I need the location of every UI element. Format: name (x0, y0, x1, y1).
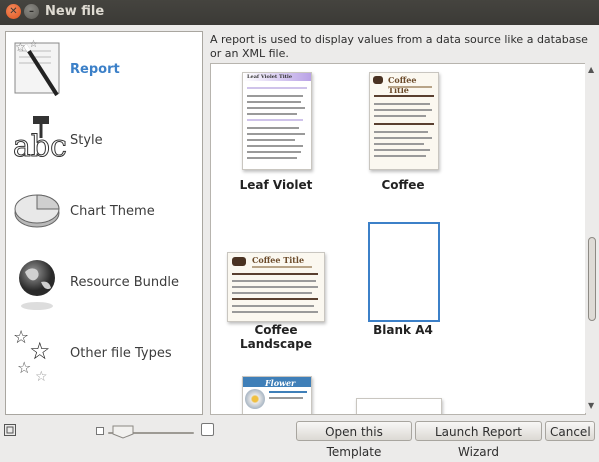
minimize-window-button[interactable]: – (24, 4, 39, 19)
template-preview: Coffee Title (369, 72, 439, 170)
scroll-down-icon[interactable]: ▼ (588, 401, 594, 410)
cancel-button[interactable]: Cancel (545, 421, 595, 441)
small-size-icon (96, 427, 104, 435)
gallery-scrollbar[interactable]: ▲ ▼ (585, 63, 597, 413)
report-wand-icon: ☆ ☆ (14, 39, 60, 97)
bottom-bar: Open this Template Launch Report Wizard … (0, 416, 599, 459)
category-label-report: Report (70, 62, 120, 77)
template-gallery: Leaf Violet Title Leaf Violet Coffee Tit… (210, 63, 586, 415)
svg-text:☆: ☆ (15, 40, 26, 54)
category-description: A report is used to display values from … (210, 33, 588, 60)
globe-icon (19, 260, 55, 310)
template-leaf-violet[interactable]: Leaf Violet Title Leaf Violet (225, 72, 327, 197)
open-template-button[interactable]: Open this Template (296, 421, 412, 459)
template-flower[interactable]: Flower Title (225, 376, 327, 414)
preview-title: Coffee Title (388, 75, 417, 95)
template-preview: Flower Title (242, 376, 312, 414)
preview-title: Coffee Title (252, 255, 305, 265)
large-size-icon (201, 423, 214, 436)
window-title: New file (45, 4, 105, 19)
template-label: Blank A4 (373, 323, 433, 337)
svg-text:☆: ☆ (17, 358, 31, 377)
template-label: Coffee (381, 178, 425, 192)
category-item-report[interactable]: ☆ ☆ Report (6, 34, 202, 104)
category-item-style[interactable]: abc Style (6, 105, 202, 175)
template-coffee-landscape[interactable]: Coffee Title Coffee Landscape (225, 252, 327, 351)
category-label-resource-bundle: Resource Bundle (70, 275, 180, 290)
category-item-other-file-types[interactable]: ☆ ☆ ☆ ☆ Other file Types (6, 318, 202, 388)
svg-text:☆: ☆ (13, 327, 29, 348)
category-label-other-file-types: Other file Types (70, 346, 172, 361)
category-label-chart-theme: Chart Theme (70, 204, 155, 219)
template-label: Leaf Violet (239, 178, 313, 192)
template-preview (356, 398, 442, 414)
scroll-up-icon[interactable]: ▲ (588, 65, 594, 74)
stars-icon: ☆ ☆ ☆ ☆ (13, 327, 51, 385)
preview-title: Flower Title (265, 378, 296, 398)
pie-chart-icon (14, 194, 60, 228)
category-list: ☆ ☆ Report abc Style Chart Theme Resourc… (5, 31, 203, 415)
close-window-button[interactable]: ✕ (6, 4, 21, 19)
preview-title: Leaf Violet Title (247, 74, 292, 80)
category-label-style: Style (70, 133, 103, 148)
template-unnamed[interactable] (352, 398, 454, 414)
title-bar: ✕ – New file (0, 0, 599, 25)
fit-view-icon[interactable] (4, 424, 16, 436)
template-preview: Coffee Title (227, 252, 325, 322)
template-coffee[interactable]: Coffee Title Coffee (352, 72, 454, 197)
svg-text:☆: ☆ (29, 337, 51, 365)
launch-report-wizard-button[interactable]: Launch Report Wizard (415, 421, 542, 459)
template-label: Coffee Landscape (240, 323, 312, 351)
style-font-icon: abc (13, 116, 67, 165)
template-preview (368, 222, 440, 322)
svg-text:☆: ☆ (29, 39, 38, 50)
svg-text:☆: ☆ (35, 369, 48, 385)
template-preview: Leaf Violet Title (242, 72, 312, 170)
template-blank-a4[interactable]: Blank A4 (352, 222, 454, 337)
scrollbar-thumb[interactable] (588, 237, 596, 321)
category-item-resource-bundle[interactable]: Resource Bundle (6, 247, 202, 317)
zoom-slider-handle[interactable] (112, 425, 134, 439)
category-item-chart-theme[interactable]: Chart Theme (6, 176, 202, 246)
